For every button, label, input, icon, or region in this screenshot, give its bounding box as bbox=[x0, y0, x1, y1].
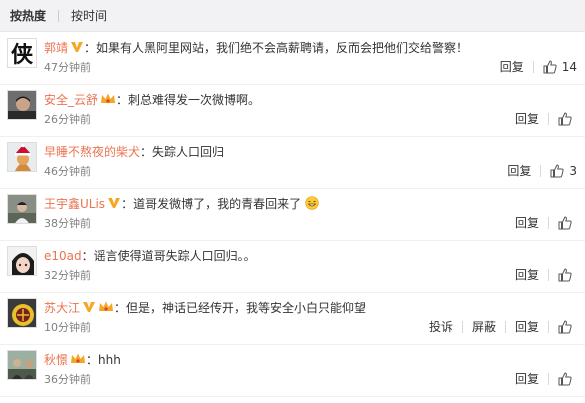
username-link[interactable]: 郭靖 bbox=[44, 41, 68, 55]
thumbs-up-icon bbox=[558, 215, 572, 229]
comment-text: ：谣言使得道哥失踪人口回归。。 bbox=[81, 249, 256, 263]
avatar-glyph: 侠 bbox=[10, 42, 33, 68]
thumbs-up-icon bbox=[558, 111, 572, 125]
comment-time: 10分钟前 bbox=[44, 321, 91, 334]
username-link[interactable]: 安全_云舒 bbox=[44, 93, 98, 107]
like-button[interactable] bbox=[558, 267, 577, 282]
thumbs-up-icon bbox=[550, 163, 565, 177]
comment-item: 王宇鑫ULis ：道哥发微博了，我的青春回来了 38分钟前 回复 bbox=[0, 189, 585, 241]
comment-time: 47分钟前 bbox=[44, 61, 91, 74]
comment-item: 秋憬 ：hhh 36分钟前 回复 bbox=[0, 345, 585, 397]
divider bbox=[548, 372, 549, 385]
username-link[interactable]: 早睡不熬夜的柴犬 bbox=[44, 145, 140, 159]
comment-actions: 回复 3 bbox=[507, 162, 577, 179]
avatar-image bbox=[8, 91, 36, 119]
like-count: 3 bbox=[569, 163, 577, 178]
like-count: 14 bbox=[561, 59, 577, 74]
avatar-image bbox=[8, 195, 36, 223]
like-button[interactable] bbox=[558, 319, 577, 334]
reply-button[interactable]: 回复 bbox=[500, 58, 524, 75]
comment-actions: 回复 bbox=[515, 110, 577, 127]
thumbs-up-icon bbox=[558, 371, 572, 385]
member-crown-icon bbox=[99, 301, 114, 311]
username-link[interactable]: 秋憬 bbox=[44, 353, 68, 367]
username-link[interactable]: 苏大江 bbox=[44, 301, 80, 315]
divider bbox=[58, 9, 60, 22]
reply-button[interactable]: 回复 bbox=[515, 214, 539, 231]
verified-v-icon bbox=[83, 302, 96, 312]
grin-emoji-icon bbox=[305, 196, 319, 210]
comment-text: ：hhh bbox=[86, 353, 121, 367]
comment-text: ：但是，神话已经传开，我等安全小白只能仰望 bbox=[114, 301, 367, 315]
avatar[interactable] bbox=[7, 350, 37, 380]
username-link[interactable]: 王宇鑫ULis bbox=[44, 197, 105, 211]
thumbs-up-icon bbox=[558, 267, 572, 281]
member-crown-icon bbox=[71, 353, 86, 363]
divider bbox=[548, 112, 549, 125]
comment-actions: 回复 bbox=[515, 266, 577, 283]
like-button[interactable] bbox=[558, 111, 577, 126]
comment-item: 侠 郭靖 ：如果有人黑阿里网站，我们绝不会高薪聘请，反而会把他们交给警察！ 47分… bbox=[0, 33, 585, 85]
member-crown-icon bbox=[101, 93, 116, 103]
sort-bar: 按热度 按时间 bbox=[0, 0, 585, 32]
reply-button[interactable]: 回复 bbox=[515, 318, 539, 335]
comment-item: 早睡不熬夜的柴犬：失踪人口回归 46分钟前 回复 3 bbox=[0, 137, 585, 189]
comment-actions: 回复 bbox=[515, 370, 577, 387]
comment-actions: 回复 bbox=[515, 214, 577, 231]
avatar-image bbox=[8, 143, 36, 171]
divider bbox=[540, 164, 542, 177]
like-button[interactable] bbox=[558, 371, 577, 386]
verified-v-icon bbox=[71, 42, 84, 52]
comment-text: ：道哥发微博了，我的青春回来了 bbox=[121, 197, 302, 211]
comment-time: 38分钟前 bbox=[44, 217, 91, 230]
divider bbox=[504, 320, 506, 333]
comment-text: ：刺总难得发一次微博啊。 bbox=[116, 93, 261, 107]
comment-time: 36分钟前 bbox=[44, 373, 91, 386]
avatar[interactable] bbox=[7, 298, 37, 328]
comment-time: 32分钟前 bbox=[44, 269, 91, 282]
reply-button[interactable]: 回复 bbox=[515, 370, 539, 387]
divider bbox=[548, 268, 549, 281]
sort-by-time-tab[interactable]: 按时间 bbox=[71, 7, 107, 24]
sort-by-hot-tab[interactable]: 按热度 bbox=[10, 7, 46, 24]
comment-item: 苏大江 ：但是，神话已经传开，我等安全小白只能仰望 10分钟前 投诉 屏蔽 回复 bbox=[0, 293, 585, 345]
avatar-image bbox=[8, 351, 36, 379]
divider bbox=[532, 60, 534, 73]
like-button[interactable]: 3 bbox=[550, 164, 577, 178]
comment-text: ：如果有人黑阿里网站，我们绝不会高薪聘请，反而会把他们交给警察！ bbox=[84, 41, 469, 55]
avatar[interactable]: 侠 bbox=[7, 38, 37, 68]
reply-button[interactable]: 回复 bbox=[515, 110, 539, 127]
thumbs-up-icon bbox=[558, 319, 572, 333]
comment-item: 安全_云舒 ：刺总难得发一次微博啊。 26分钟前 回复 bbox=[0, 85, 585, 137]
comment-list: 侠 郭靖 ：如果有人黑阿里网站，我们绝不会高薪聘请，反而会把他们交给警察！ 47分… bbox=[0, 33, 585, 397]
like-button[interactable] bbox=[558, 215, 577, 230]
comment-actions: 投诉 屏蔽 回复 bbox=[429, 318, 577, 335]
comment-actions: 回复 14 bbox=[500, 58, 577, 75]
thumbs-up-icon bbox=[543, 59, 557, 73]
comment-time: 46分钟前 bbox=[44, 165, 91, 178]
divider bbox=[548, 320, 549, 333]
comment-item: e10ad：谣言使得道哥失踪人口回归。。 32分钟前 回复 bbox=[0, 241, 585, 293]
like-button[interactable]: 14 bbox=[543, 60, 577, 74]
avatar[interactable] bbox=[7, 246, 37, 276]
avatar[interactable] bbox=[7, 142, 37, 172]
divider bbox=[461, 320, 463, 333]
reply-button[interactable]: 回复 bbox=[515, 266, 539, 283]
username-link[interactable]: e10ad bbox=[44, 249, 82, 263]
avatar-image bbox=[8, 247, 36, 275]
divider bbox=[548, 216, 549, 229]
report-button[interactable]: 投诉 bbox=[429, 318, 453, 335]
block-button[interactable]: 屏蔽 bbox=[472, 318, 496, 335]
avatar[interactable] bbox=[7, 90, 37, 120]
comment-time: 26分钟前 bbox=[44, 113, 91, 126]
verified-v-icon bbox=[108, 198, 121, 208]
reply-button[interactable]: 回复 bbox=[507, 162, 531, 179]
comment-text: ：失踪人口回归 bbox=[140, 145, 225, 159]
avatar-image bbox=[8, 299, 36, 327]
avatar[interactable] bbox=[7, 194, 37, 224]
